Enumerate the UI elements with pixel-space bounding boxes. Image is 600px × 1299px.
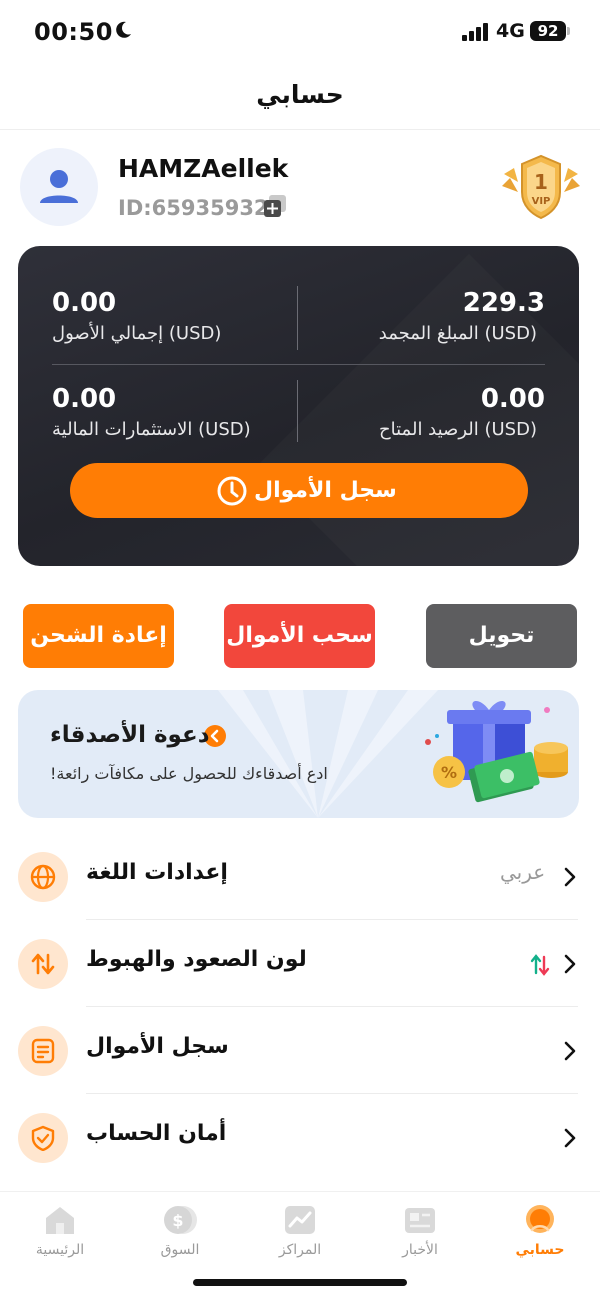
withdraw-button[interactable]: سحب الأموال bbox=[224, 604, 375, 668]
tab-label: الرئيسية bbox=[35, 1242, 85, 1258]
row-divider bbox=[86, 1093, 578, 1094]
tab-news[interactable]: الأخبار bbox=[365, 1204, 475, 1264]
chevron-right-icon bbox=[564, 1128, 576, 1148]
frozen-amount-value: 229.3 bbox=[462, 288, 545, 318]
positions-icon bbox=[285, 1206, 315, 1234]
card-divider bbox=[52, 364, 545, 365]
settings-row-label: إعدادات اللغة bbox=[86, 860, 228, 885]
status-bar: 00:50 4G 92 bbox=[0, 0, 600, 64]
card-divider bbox=[297, 380, 298, 442]
status-time: 00:50 bbox=[34, 18, 113, 46]
settings-row-label: سجل الأموال bbox=[86, 1034, 229, 1059]
tab-label: حسابي bbox=[515, 1242, 565, 1258]
battery-tip bbox=[567, 27, 570, 35]
invite-friends-banner[interactable]: دعوة الأصدقاء ادع أصدقاءك للحصول على مكا… bbox=[18, 690, 579, 818]
settings-row-language[interactable]: إعدادات اللغة عربي bbox=[0, 834, 600, 920]
account-icon bbox=[526, 1205, 554, 1233]
financial-investments-label: (USD) الاستثمارات المالية bbox=[52, 419, 251, 440]
settings-row-up-down-color[interactable]: لون الصعود والهبوط bbox=[0, 921, 600, 1007]
funds-history-button[interactable]: سجل الأموال bbox=[70, 463, 528, 518]
available-balance-label: (USD) الرصيد المتاح bbox=[379, 419, 537, 440]
tab-home[interactable]: الرئيسية bbox=[5, 1204, 115, 1264]
up-down-arrows-icon bbox=[18, 939, 68, 989]
moon-icon bbox=[116, 21, 131, 38]
network-type: 4G bbox=[496, 20, 525, 42]
row-divider bbox=[86, 1006, 578, 1007]
settings-row-label: أمان الحساب bbox=[86, 1121, 227, 1146]
home-indicator bbox=[193, 1279, 407, 1286]
invite-subtitle: ادع أصدقاءك للحصول على مكافآت رائعة! bbox=[50, 764, 328, 783]
recharge-button[interactable]: إعادة الشحن bbox=[23, 604, 174, 668]
svg-text:%: % bbox=[441, 763, 457, 782]
svg-text:1: 1 bbox=[534, 170, 548, 194]
balance-card: 229.3 (USD) المبلغ المجمد 0.00 (USD) إجم… bbox=[18, 246, 579, 566]
signal-icon bbox=[462, 23, 488, 41]
home-icon bbox=[46, 1207, 74, 1234]
total-assets-label: (USD) إجمالي الأصول bbox=[52, 323, 222, 344]
transfer-button[interactable]: تحويل الأموال bbox=[426, 604, 577, 712]
frozen-amount-label: (USD) المبلغ المجمد bbox=[378, 323, 537, 344]
funds-history-label: سجل الأموال bbox=[254, 478, 397, 503]
user-icon bbox=[40, 170, 78, 203]
tab-label: الأخبار bbox=[402, 1242, 438, 1258]
available-balance-value: 0.00 bbox=[480, 384, 545, 414]
tab-account[interactable]: حسابي bbox=[485, 1204, 595, 1264]
chevron-right-icon bbox=[564, 867, 576, 887]
chevron-right-icon bbox=[564, 954, 576, 974]
gift-box-illustration: % bbox=[425, 700, 568, 803]
invite-title: دعوة الأصدقاء bbox=[50, 722, 210, 748]
language-value: عربي bbox=[500, 860, 546, 884]
clock-icon bbox=[217, 476, 247, 506]
tab-market[interactable]: $ السوق bbox=[125, 1204, 235, 1264]
settings-row-label: لون الصعود والهبوط bbox=[86, 947, 307, 972]
settings-row-funds-history[interactable]: سجل الأموال bbox=[0, 1008, 600, 1094]
copy-icon[interactable] bbox=[262, 194, 288, 218]
shield-check-icon bbox=[18, 1113, 68, 1163]
row-divider bbox=[86, 919, 578, 920]
user-id: ID:65935932 bbox=[118, 196, 269, 220]
svg-text:VIP: VIP bbox=[532, 196, 551, 207]
avatar[interactable] bbox=[20, 148, 98, 226]
total-assets-value: 0.00 bbox=[52, 288, 117, 318]
header-divider bbox=[0, 129, 600, 130]
financial-investments-value: 0.00 bbox=[52, 384, 117, 414]
document-icon bbox=[18, 1026, 68, 1076]
market-icon: $ bbox=[164, 1206, 197, 1234]
card-divider bbox=[297, 286, 298, 350]
green-up-red-down-icon bbox=[530, 954, 550, 976]
chevron-right-icon bbox=[564, 1041, 576, 1061]
svg-text:$: $ bbox=[172, 1211, 183, 1230]
tab-label: السوق bbox=[160, 1242, 200, 1258]
username: HAMZAellek bbox=[118, 154, 289, 183]
tab-positions[interactable]: المراكز bbox=[245, 1204, 355, 1264]
tab-label: المراكز bbox=[278, 1242, 322, 1258]
globe-icon bbox=[18, 852, 68, 902]
settings-row-account-security[interactable]: أمان الحساب bbox=[0, 1095, 600, 1181]
vip-badge-icon: 1 VIP bbox=[502, 154, 580, 220]
battery-icon: 92 bbox=[530, 21, 566, 41]
page-title: حسابي bbox=[256, 80, 344, 109]
news-icon bbox=[405, 1208, 435, 1233]
